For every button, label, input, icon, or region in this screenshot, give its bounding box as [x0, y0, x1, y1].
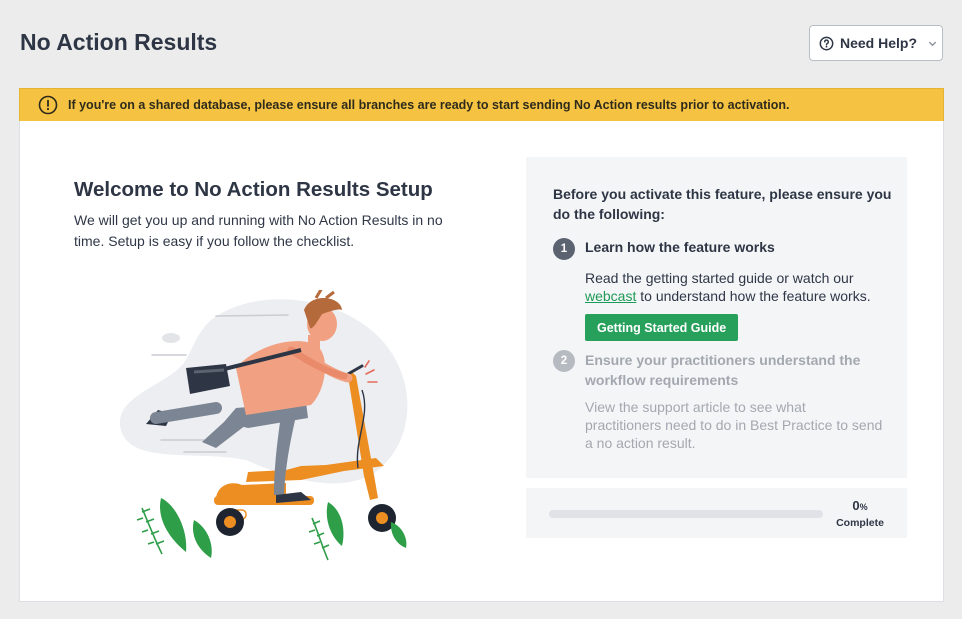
- checklist-panel: Before you activate this feature, please…: [526, 157, 907, 478]
- step-1-description: Read the getting started guide or watch …: [585, 269, 885, 305]
- step-2-number: 2: [553, 350, 575, 372]
- question-circle-icon: [819, 36, 834, 51]
- welcome-title: Welcome to No Action Results Setup: [74, 178, 433, 201]
- getting-started-guide-button[interactable]: Getting Started Guide: [585, 314, 739, 341]
- need-help-button[interactable]: Need Help?: [809, 25, 943, 61]
- step-1-desc-before: Read the getting started guide or watch …: [585, 270, 854, 286]
- step-1-number: 1: [553, 238, 575, 260]
- progress-bar: [549, 510, 823, 518]
- step-1-title: Learn how the feature works: [585, 239, 775, 255]
- progress-value: 0: [852, 498, 860, 513]
- checklist-intro: Before you activate this feature, please…: [553, 186, 892, 222]
- chevron-down-icon: [927, 38, 938, 49]
- step-2-title: Ensure your practitioners understand the…: [585, 352, 861, 388]
- step-1-desc-after: to understand how the feature works.: [636, 288, 871, 304]
- progress-panel: 0% Complete: [526, 488, 907, 538]
- progress-percent: 0%: [836, 498, 884, 513]
- progress-label: Complete: [836, 517, 884, 529]
- step-2-description: View the support article to see what pra…: [585, 399, 883, 451]
- warning-icon: [38, 95, 58, 115]
- progress-unit: %: [859, 502, 868, 512]
- need-help-label: Need Help?: [840, 35, 918, 51]
- warning-banner: If you're on a shared database, please e…: [19, 88, 944, 121]
- webcast-link[interactable]: webcast: [585, 288, 636, 304]
- page-title: No Action Results: [20, 29, 218, 55]
- welcome-description: We will get you up and running with No A…: [74, 212, 443, 249]
- scooter-illustration: [116, 287, 416, 570]
- warning-text: If you're on a shared database, please e…: [68, 98, 790, 112]
